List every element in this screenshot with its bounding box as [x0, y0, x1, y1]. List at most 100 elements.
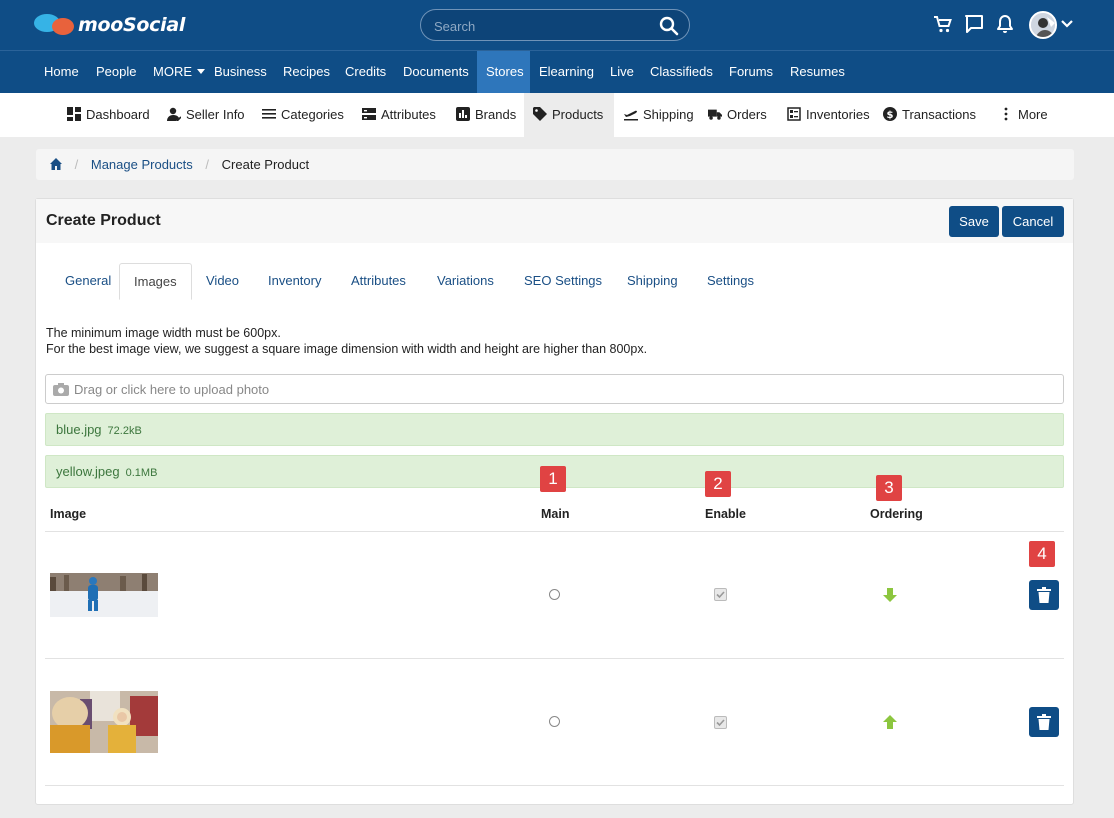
- breadcrumb-separator: /: [205, 157, 210, 172]
- user-icon: [167, 107, 182, 122]
- nav-item-elearning[interactable]: Elearning: [530, 51, 603, 93]
- store-nav-inventories-label: Inventories: [806, 107, 870, 122]
- store-nav-shipping-label: Shipping: [643, 107, 694, 122]
- search-input[interactable]: [434, 17, 644, 35]
- dashboard-icon: [67, 107, 81, 121]
- delete-image-button[interactable]: [1029, 707, 1059, 737]
- list-icon: [262, 109, 276, 119]
- brands-icon: [456, 107, 470, 121]
- store-nav-shipping[interactable]: Shipping: [615, 93, 703, 137]
- store-nav-brands[interactable]: Brands: [447, 93, 525, 137]
- store-nav-inventories[interactable]: Inventories: [778, 93, 879, 137]
- nav-item-people[interactable]: People: [87, 51, 145, 93]
- breadcrumb-separator: /: [74, 157, 79, 172]
- store-nav-orders-label: Orders: [727, 107, 767, 122]
- checkmark-icon: [716, 591, 725, 599]
- breadcrumb-manage-products[interactable]: Manage Products: [91, 157, 193, 172]
- bell-icon[interactable]: [995, 14, 1015, 34]
- save-button[interactable]: Save: [949, 206, 999, 237]
- delete-image-button[interactable]: [1029, 580, 1059, 610]
- store-nav: Dashboard Seller Info Categories Attribu…: [0, 93, 1114, 137]
- search-box: [420, 9, 690, 41]
- cart-icon[interactable]: [933, 14, 953, 34]
- divider: [45, 658, 1064, 659]
- move-up-arrow-icon[interactable]: [883, 715, 897, 729]
- chevron-down-icon[interactable]: [1060, 17, 1074, 31]
- tab-images[interactable]: Images: [119, 263, 192, 300]
- avatar[interactable]: [1029, 11, 1057, 39]
- upload-dropzone[interactable]: Drag or click here to upload photo: [45, 374, 1064, 404]
- divider: [45, 785, 1064, 786]
- plane-icon: [624, 110, 638, 121]
- column-header-main: Main: [541, 507, 570, 521]
- store-nav-products[interactable]: Products: [524, 93, 614, 137]
- upload-placeholder: Drag or click here to upload photo: [74, 382, 270, 397]
- store-nav-orders[interactable]: Orders: [699, 93, 776, 137]
- truck-icon: [708, 109, 722, 120]
- store-nav-more-label: More: [1018, 107, 1048, 122]
- file-size: 0.1MB: [125, 467, 158, 479]
- nav-item-home[interactable]: Home: [35, 51, 88, 93]
- tab-shipping[interactable]: Shipping: [613, 263, 692, 300]
- caret-down-icon: [197, 69, 205, 74]
- more-vertical-icon: [1004, 107, 1008, 121]
- tab-settings[interactable]: Settings: [693, 263, 768, 300]
- camera-icon: [53, 383, 69, 396]
- inventory-icon: [787, 107, 801, 121]
- column-header-ordering: Ordering: [870, 507, 923, 521]
- nav-item-more[interactable]: MORE: [144, 51, 214, 93]
- main-image-radio[interactable]: [549, 716, 560, 727]
- home-icon[interactable]: [50, 158, 62, 170]
- enable-checkbox[interactable]: [714, 716, 727, 729]
- main-nav: Home People MORE Business Recipes Credit…: [0, 50, 1114, 93]
- tab-general[interactable]: General: [51, 263, 125, 300]
- tab-inventory[interactable]: Inventory: [254, 263, 335, 300]
- store-nav-transactions-label: Transactions: [902, 107, 976, 122]
- cancel-button[interactable]: Cancel: [1002, 206, 1064, 237]
- store-nav-dashboard-label: Dashboard: [86, 107, 150, 122]
- tab-video[interactable]: Video: [192, 263, 253, 300]
- store-nav-dashboard[interactable]: Dashboard: [58, 93, 159, 137]
- logo-text: mooSocial: [78, 14, 186, 36]
- nav-item-credits[interactable]: Credits: [336, 51, 395, 93]
- divider: [45, 531, 1064, 532]
- store-nav-products-label: Products: [552, 107, 604, 122]
- nav-item-resumes[interactable]: Resumes: [781, 51, 854, 93]
- nav-item-forums[interactable]: Forums: [720, 51, 782, 93]
- nav-item-classifieds[interactable]: Classifieds: [641, 51, 722, 93]
- nav-item-documents[interactable]: Documents: [394, 51, 478, 93]
- nav-item-recipes[interactable]: Recipes: [274, 51, 339, 93]
- nav-item-stores[interactable]: Stores: [477, 51, 530, 93]
- store-nav-seller-info[interactable]: Seller Info: [158, 93, 254, 137]
- image-requirements-note: The minimum image width must be 600px. F…: [46, 325, 647, 357]
- top-header: mooSocial: [0, 0, 1114, 50]
- tab-seo-settings[interactable]: SEO Settings: [510, 263, 616, 300]
- checkmark-icon: [716, 719, 725, 727]
- tab-attributes[interactable]: Attributes: [337, 263, 420, 300]
- nav-item-live[interactable]: Live: [601, 51, 643, 93]
- tab-variations[interactable]: Variations: [423, 263, 508, 300]
- breadcrumb: / Manage Products / Create Product: [36, 149, 1074, 180]
- svg-text:$: $: [887, 110, 894, 121]
- store-nav-attributes[interactable]: Attributes: [353, 93, 445, 137]
- nav-item-business[interactable]: Business: [205, 51, 276, 93]
- callout-badge-1: 1: [540, 466, 566, 492]
- file-name: yellow.jpeg: [56, 464, 120, 479]
- search-icon[interactable]: [659, 16, 679, 36]
- move-down-arrow-icon[interactable]: [883, 588, 897, 602]
- nav-item-more-label: MORE: [153, 64, 192, 79]
- store-nav-transactions[interactable]: $ Transactions: [874, 93, 985, 137]
- note-line-1: The minimum image width must be 600px.: [46, 326, 281, 340]
- store-nav-attributes-label: Attributes: [381, 107, 436, 122]
- logo-icon: [34, 12, 76, 38]
- column-header-enable: Enable: [705, 507, 746, 521]
- dollar-icon: $: [883, 107, 897, 121]
- main-image-radio[interactable]: [549, 589, 560, 600]
- chat-icon[interactable]: [964, 14, 984, 34]
- file-size: 72.2kB: [107, 425, 142, 437]
- note-line-2: For the best image view, we suggest a sq…: [46, 342, 648, 356]
- enable-checkbox[interactable]: [714, 588, 727, 601]
- store-nav-more[interactable]: More: [990, 93, 1057, 137]
- store-nav-categories[interactable]: Categories: [253, 93, 353, 137]
- logo[interactable]: mooSocial: [34, 12, 185, 38]
